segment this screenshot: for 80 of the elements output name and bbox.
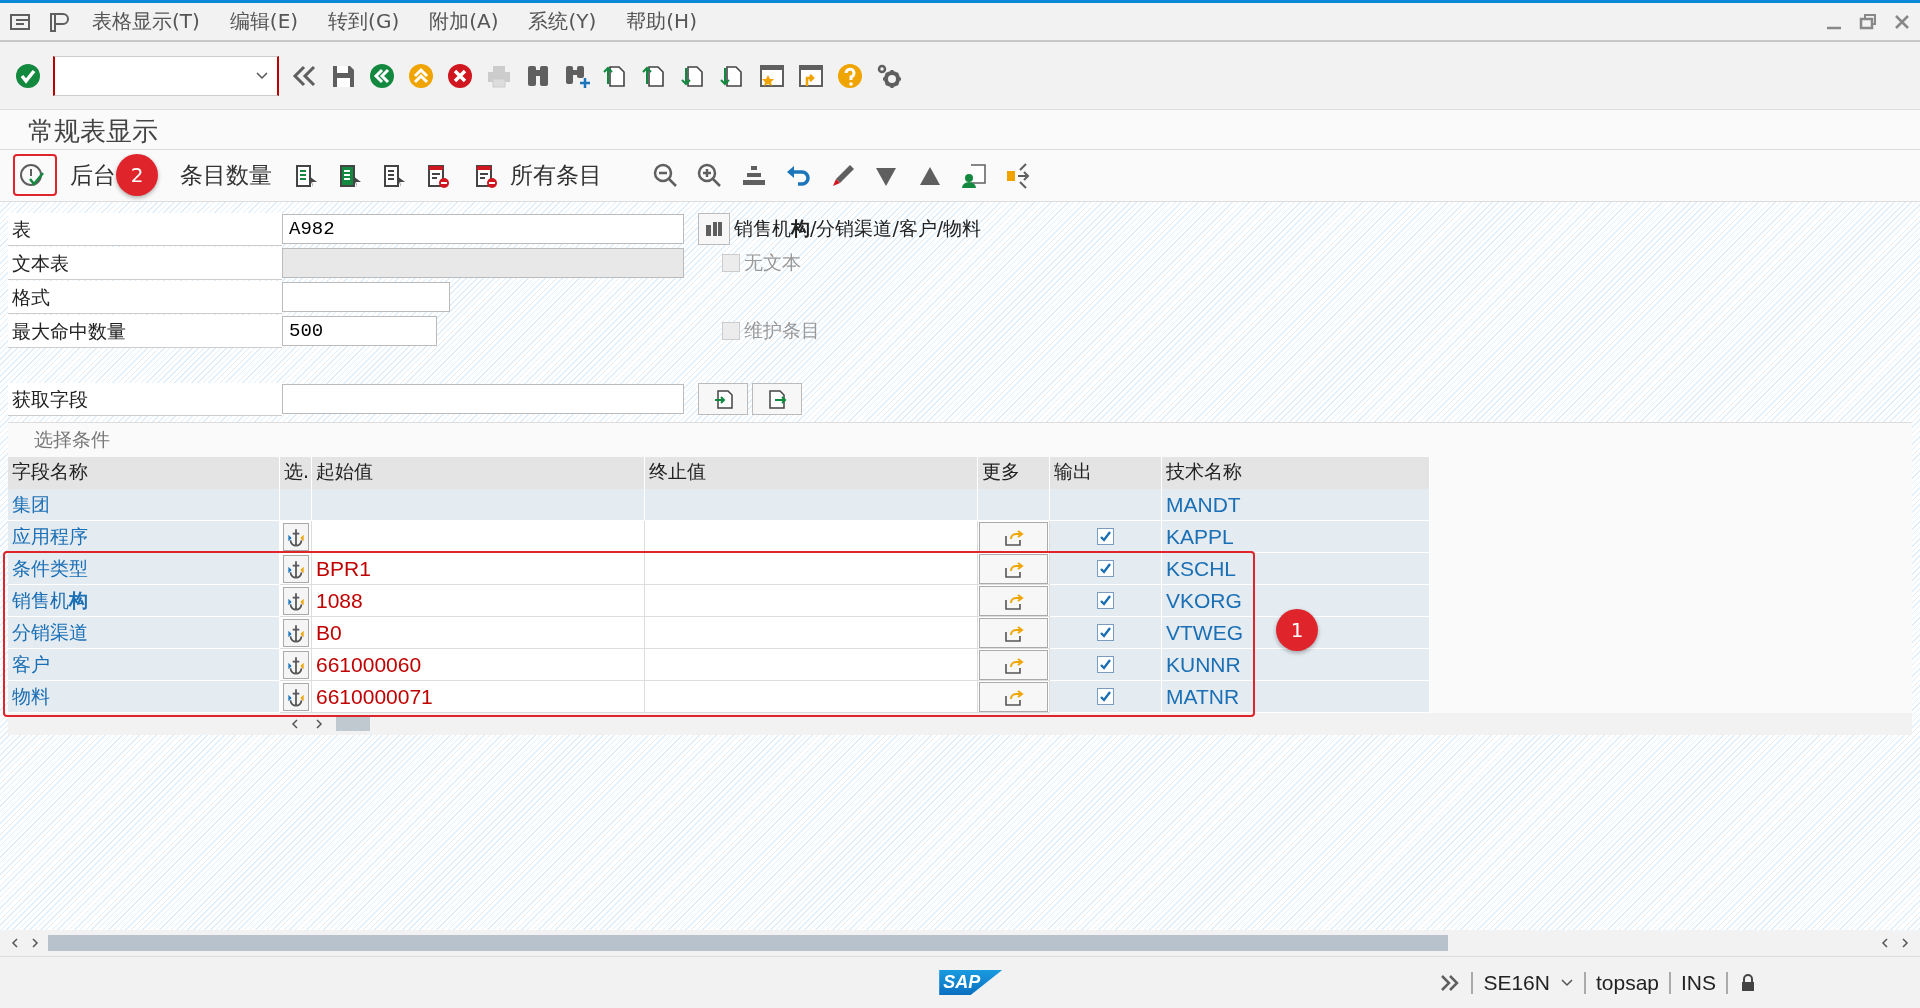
from-value-field[interactable]: B0 bbox=[312, 617, 645, 649]
technical-name: VKORG bbox=[1162, 585, 1430, 617]
to-value-field[interactable] bbox=[645, 585, 978, 617]
menu-item[interactable]: 转到(G) bbox=[320, 8, 408, 35]
output-checkbox[interactable] bbox=[1097, 688, 1114, 705]
all-entries-button[interactable]: 所有条目 bbox=[468, 160, 606, 191]
menu-item[interactable]: 系统(Y) bbox=[520, 8, 605, 35]
menu-item[interactable]: 表格显示(T) bbox=[84, 8, 208, 35]
screen-title: 常规表显示 bbox=[0, 110, 1920, 150]
from-value-field[interactable]: 1088 bbox=[312, 585, 645, 617]
system-name: topsap bbox=[1595, 970, 1659, 995]
field-label: 获取字段 bbox=[8, 382, 282, 416]
field-name: 物料 bbox=[8, 681, 280, 713]
entry-count-button[interactable]: 条目数量 bbox=[176, 160, 276, 191]
to-value-field[interactable] bbox=[645, 617, 978, 649]
to-value-field[interactable] bbox=[645, 649, 978, 681]
column-header: 字段名称 bbox=[8, 457, 280, 489]
output-checkbox[interactable] bbox=[1097, 560, 1114, 577]
sap-logo: SAP bbox=[939, 970, 1003, 995]
column-header: 输出 bbox=[1050, 457, 1162, 489]
technical-name: MATNR bbox=[1162, 681, 1430, 713]
menu-item[interactable]: 帮助(H) bbox=[618, 8, 705, 35]
import-icon bbox=[712, 388, 734, 410]
checkbox-label: 无文本 bbox=[744, 250, 801, 275]
field-label: 格式 bbox=[8, 280, 282, 314]
input-field[interactable] bbox=[282, 384, 684, 414]
field-name: 应用程序 bbox=[8, 521, 280, 553]
input-field[interactable] bbox=[282, 282, 450, 312]
input-field[interactable]: A982 bbox=[282, 214, 684, 244]
annotation-frame bbox=[13, 154, 57, 196]
field-name: 客户 bbox=[8, 649, 280, 681]
technical-name: KUNNR bbox=[1162, 649, 1430, 681]
to-value-field[interactable] bbox=[645, 521, 978, 553]
menu-item[interactable]: 附加(A) bbox=[421, 8, 507, 35]
field-label: 最大命中数量 bbox=[8, 314, 282, 348]
distribute-icon[interactable] bbox=[1004, 161, 1032, 190]
export-button[interactable] bbox=[752, 383, 802, 415]
table-info-button[interactable] bbox=[698, 213, 730, 245]
table-description: 销售机构/分销渠道/客户/物料 bbox=[734, 216, 982, 241]
input-field[interactable]: 500 bbox=[282, 316, 437, 346]
output-checkbox[interactable] bbox=[1097, 528, 1114, 545]
column-header: 技术名称 bbox=[1162, 457, 1430, 489]
field-name: 条件类型 bbox=[8, 553, 280, 585]
output-checkbox[interactable] bbox=[1097, 592, 1114, 609]
annotation-badge: 2 bbox=[116, 154, 158, 196]
field-label: 表 bbox=[8, 212, 282, 246]
menu-item[interactable]: 编辑(E) bbox=[221, 8, 307, 35]
scroll-thumb[interactable] bbox=[336, 717, 370, 731]
from-value-field[interactable]: BPR1 bbox=[312, 553, 645, 585]
transaction-code: SE16N bbox=[1483, 970, 1550, 995]
output-checkbox[interactable] bbox=[1097, 656, 1114, 673]
from-value-field[interactable]: 661000060 bbox=[312, 649, 645, 681]
user-document-icon[interactable] bbox=[960, 161, 988, 190]
technical-name: MANDT bbox=[1162, 489, 1430, 521]
export-icon bbox=[766, 388, 788, 410]
to-value-field[interactable] bbox=[645, 681, 978, 713]
scroll-thumb[interactable] bbox=[48, 935, 1448, 951]
technical-name: KSCHL bbox=[1162, 553, 1430, 585]
restore-icon[interactable] bbox=[1858, 11, 1878, 32]
field-name: 销售机构 bbox=[8, 585, 280, 617]
output-checkbox[interactable] bbox=[1097, 624, 1114, 641]
command-field[interactable] bbox=[53, 55, 279, 96]
check-icon[interactable] bbox=[14, 61, 42, 90]
to-value-field[interactable] bbox=[645, 553, 978, 585]
column-header: 起始值 bbox=[312, 457, 645, 489]
checkbox-label: 维护条目 bbox=[744, 318, 820, 343]
back-icon[interactable] bbox=[368, 61, 396, 90]
field-name: 集团 bbox=[8, 489, 280, 521]
from-value-field[interactable] bbox=[312, 521, 645, 553]
technical-name: KAPPL bbox=[1162, 521, 1430, 553]
field-name: 分销渠道 bbox=[8, 617, 280, 649]
import-button[interactable] bbox=[698, 383, 748, 415]
from-value-field[interactable]: 6610000071 bbox=[312, 681, 645, 713]
cancel-icon[interactable] bbox=[446, 61, 474, 90]
input-mode: INS bbox=[1681, 970, 1716, 995]
column-header: 选. bbox=[280, 457, 312, 489]
section-title: 选择条件 bbox=[33, 427, 111, 452]
field-label: 文本表 bbox=[8, 246, 282, 280]
column-header: 更多 bbox=[978, 457, 1050, 489]
column-header: 终止值 bbox=[645, 457, 978, 489]
